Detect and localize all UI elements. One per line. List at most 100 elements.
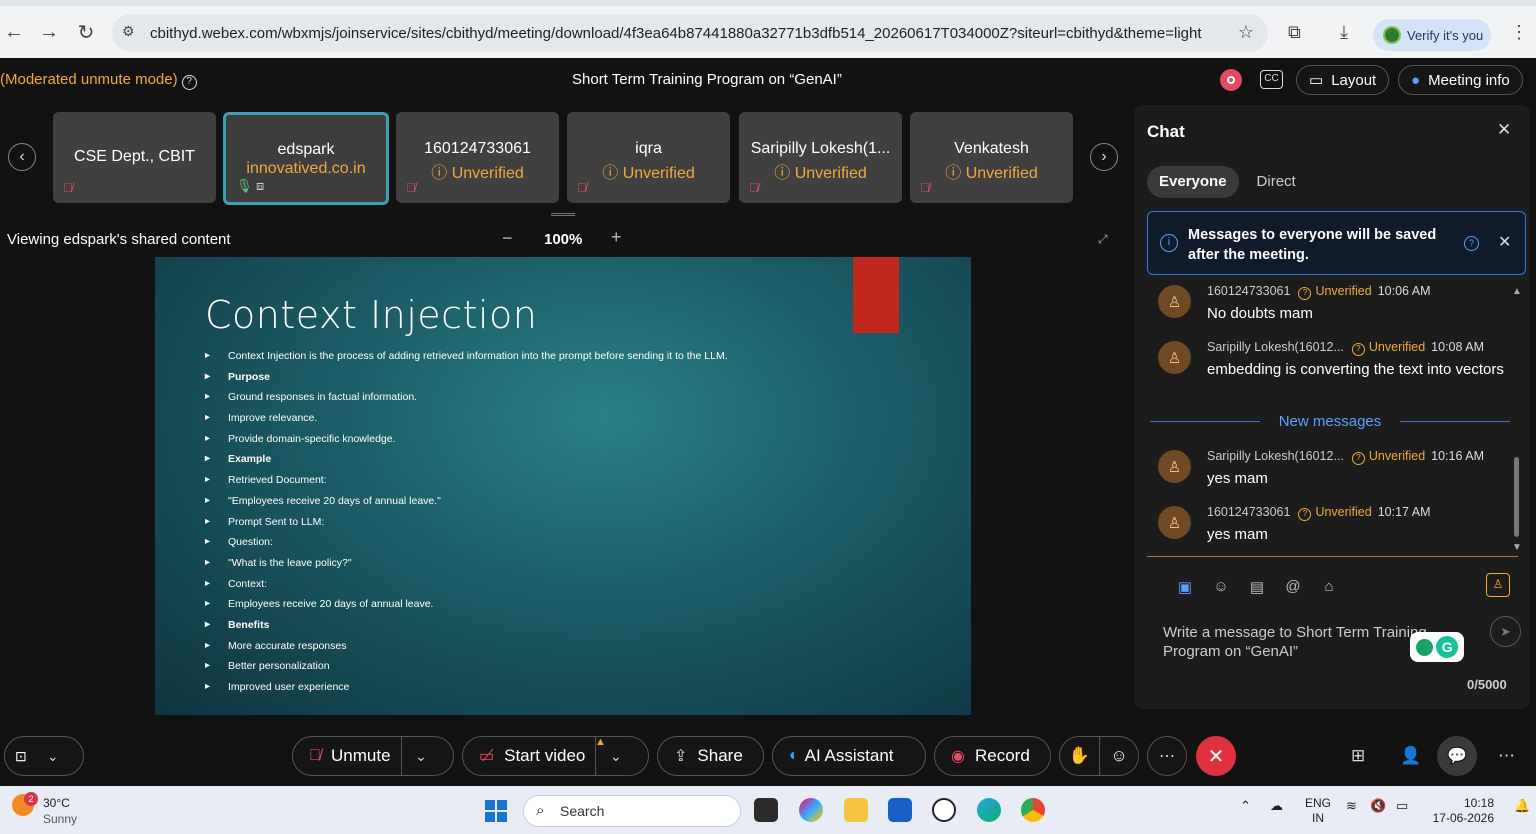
scroll-down-icon[interactable]: ▼ <box>1512 542 1522 553</box>
bookmark-star-icon[interactable]: ☆ <box>1238 22 1254 43</box>
ai-assistant-icon: ◐ <box>789 747 799 764</box>
slide-bullet: Benefits <box>205 618 728 639</box>
prev-participants-button[interactable]: ‹ <box>8 143 36 171</box>
participant-tile[interactable]: iqra ⓘ Unverified 🎙̸ <box>567 112 730 203</box>
audio-options-chevron-icon[interactable]: ⌄ <box>400 736 441 776</box>
next-participants-button[interactable]: › <box>1090 143 1118 171</box>
more-icon[interactable]: ⋯ <box>1498 746 1515 766</box>
file-explorer-icon[interactable] <box>844 798 868 822</box>
verify-button[interactable]: Verify it's you <box>1373 19 1491 51</box>
attach-file-icon[interactable]: ⌂ <box>1320 578 1338 596</box>
start-video-button[interactable]: ▭̸ Start video ⌄ <box>462 736 649 776</box>
emoji-icon[interactable]: ☺ <box>1212 578 1230 596</box>
notifications-icon[interactable]: 🔔 <box>1514 798 1530 814</box>
recording-indicator-icon[interactable] <box>1220 69 1242 91</box>
back-icon[interactable]: ← <box>0 18 28 46</box>
extensions-icon[interactable]: ⧉ <box>1288 22 1301 43</box>
record-button[interactable]: ◉ Record <box>934 736 1051 776</box>
onedrive-icon[interactable]: ☁ <box>1270 798 1283 814</box>
slide-bullet: Purpose <box>205 370 728 391</box>
unverified-icon: ? <box>1298 508 1312 521</box>
participant-tile[interactable]: CSE Dept., CBIT 🎙̸ <box>53 112 216 203</box>
meeting-info-button[interactable]: ● Meeting info <box>1398 65 1523 95</box>
input-language[interactable]: ENG IN <box>1305 796 1331 826</box>
slide-bullet: Better personalization <box>205 659 728 680</box>
address-bar[interactable]: ⚙ cbithyd.webex.com/wbxmjs/joinservice/s… <box>112 14 1268 52</box>
mention-icon[interactable]: @ <box>1284 578 1302 596</box>
grammarly-widget[interactable]: G <box>1410 632 1464 662</box>
chevron-down-icon[interactable]: ⌄ <box>33 736 73 776</box>
unmute-button[interactable]: 🎙̸ Unmute ⌄ <box>292 736 454 776</box>
copilot-icon[interactable] <box>799 798 823 822</box>
slide-bullet-list: Context Injection is the process of addi… <box>205 349 728 701</box>
participant-tile-active-speaker[interactable]: edspark innovatived.co.in 🎙 ⧈ <box>223 112 389 205</box>
message-input[interactable]: Write a message to Short Term Training P… <box>1163 623 1443 661</box>
share-button[interactable]: ⇪ Share <box>657 736 764 776</box>
unverified-icon: ? <box>1298 287 1312 300</box>
ai-assistant-button[interactable]: ◐ AI Assistant <box>772 736 926 776</box>
clock[interactable]: 10:18 17-06-2026 <box>1430 796 1494 826</box>
chat-toggle-button[interactable]: 💬 <box>1437 736 1477 776</box>
wifi-icon[interactable]: ≋ <box>1346 798 1357 814</box>
chat-scrollbar[interactable] <box>1514 457 1519 537</box>
url-text[interactable]: cbithyd.webex.com/wbxmjs/joinservice/sit… <box>150 25 1220 42</box>
reactions-icon[interactable]: ☺ <box>1098 736 1138 776</box>
share-icon: ⇪ <box>674 748 688 765</box>
dell-icon[interactable] <box>932 798 956 822</box>
layout-button[interactable]: ▭ Layout <box>1296 65 1390 95</box>
zoom-in-button[interactable]: + <box>611 227 622 248</box>
leave-meeting-button[interactable]: ✕ <box>1196 736 1236 776</box>
browser-menu-icon[interactable]: ⋮ <box>1510 22 1528 43</box>
edge-icon[interactable] <box>977 798 1001 822</box>
slide-accent-bar <box>853 257 899 333</box>
tab-direct[interactable]: Direct <box>1245 166 1308 198</box>
closed-captions-icon[interactable]: CC <box>1260 70 1283 89</box>
slide-bullet: Ground responses in factual information. <box>205 390 728 411</box>
close-chat-icon[interactable]: ✕ <box>1497 120 1511 140</box>
profile-avatar-icon <box>1383 26 1401 44</box>
participant-tile[interactable]: 160124733061 ⓘ Unverified 🎙̸ <box>396 112 559 203</box>
dismiss-notice-icon[interactable]: ✕ <box>1498 232 1511 252</box>
char-counter: 0/5000 <box>1467 677 1507 692</box>
fullscreen-icon[interactable]: ⤢ <box>1098 232 1110 246</box>
resize-handle[interactable] <box>551 213 575 216</box>
captions-button[interactable]: ⊡ ⌄ <box>4 736 84 776</box>
chat-title: Chat <box>1147 122 1185 141</box>
chrome-icon[interactable] <box>1021 798 1045 822</box>
avatar: ♙ <box>1158 506 1191 539</box>
reload-icon[interactable]: ↻ <box>72 18 100 46</box>
send-button[interactable]: ➤ <box>1490 616 1521 647</box>
help-icon[interactable]: ? <box>181 75 197 90</box>
start-button[interactable] <box>485 800 507 822</box>
raise-hand-icon[interactable]: ✋ <box>1060 746 1099 766</box>
search-icon: ⌕ <box>536 802 545 819</box>
shared-slide: Context Injection Context Injection is t… <box>155 257 971 715</box>
download-icon[interactable]: ⤓ <box>1340 22 1348 43</box>
taskbar-search[interactable]: ⌕ Search <box>523 795 741 827</box>
more-options-button[interactable]: ⋯ <box>1147 736 1187 776</box>
site-settings-icon[interactable]: ⚙ <box>122 23 140 41</box>
sender-avatar-icon[interactable]: ♙ <box>1486 573 1510 597</box>
show-hidden-icons-icon[interactable]: ⌃ <box>1240 798 1251 814</box>
battery-icon[interactable]: ▭ <box>1396 798 1408 814</box>
apps-icon[interactable]: ⊞ <box>1351 746 1365 766</box>
help-icon[interactable]: ? <box>1464 236 1479 251</box>
forward-icon[interactable]: → <box>35 18 63 46</box>
format-text-icon[interactable]: ▣ <box>1176 578 1194 596</box>
meeting-title: Short Term Training Program on “GenAI” <box>572 71 842 88</box>
task-view-icon[interactable] <box>754 798 778 822</box>
speaker-muted-icon[interactable]: 🔇 <box>1370 798 1386 814</box>
gif-icon[interactable]: ▤ <box>1248 578 1266 596</box>
sharing-screen-icon: ⧈ <box>256 178 265 193</box>
scroll-up-icon[interactable]: ▲ <box>1512 286 1522 297</box>
slide-title: Context Injection <box>205 293 538 337</box>
store-icon[interactable] <box>888 798 912 822</box>
participant-tile[interactable]: Venkatesh ⓘ Unverified 🎙̸ <box>910 112 1073 203</box>
avatar: ♙ <box>1158 450 1191 483</box>
avatar: ♙ <box>1158 341 1191 374</box>
participant-tile[interactable]: Saripilly Lokesh(1... ⓘ Unverified 🎙̸ <box>739 112 902 203</box>
participants-icon[interactable]: 👤 <box>1400 746 1421 766</box>
zoom-out-button[interactable]: − <box>502 228 513 249</box>
unverified-icon: ⓘ <box>431 165 452 182</box>
tab-everyone[interactable]: Everyone <box>1147 166 1239 198</box>
